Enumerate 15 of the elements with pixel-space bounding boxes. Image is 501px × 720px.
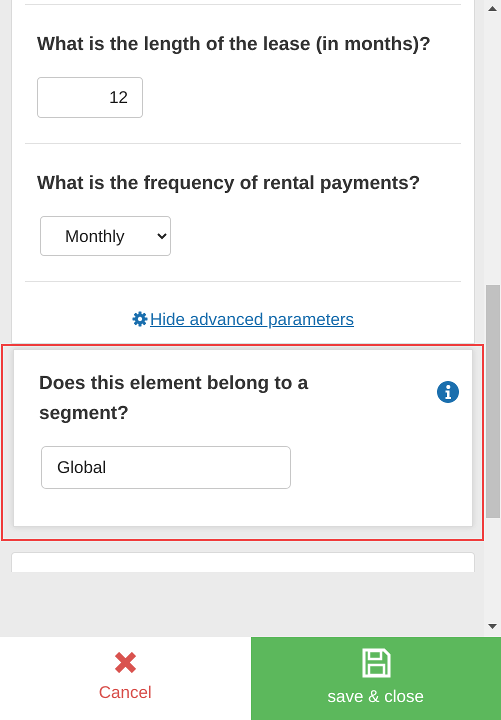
- info-icon[interactable]: [437, 381, 459, 403]
- gear-icon: [132, 311, 148, 327]
- advanced-parameters-link[interactable]: Hide advanced parameters: [132, 310, 354, 329]
- save-icon: [360, 648, 391, 678]
- scrollbar-thumb[interactable]: [486, 285, 500, 518]
- question-label: What is the length of the lease (in months)?: [37, 33, 432, 57]
- number-field[interactable]: 12: [37, 77, 143, 118]
- question-label: Does this element belong to a segment?: [39, 372, 310, 426]
- scrollbar[interactable]: [484, 0, 501, 637]
- scroll-up-arrow-icon[interactable]: [488, 6, 497, 11]
- question-label: What is the frequency of rental payments?: [37, 172, 422, 196]
- scroll-down-arrow-icon[interactable]: [488, 624, 497, 629]
- segment-field[interactable]: Global: [41, 446, 291, 489]
- frequency-dropdown[interactable]: Monthly: [40, 216, 171, 256]
- close-icon: [114, 651, 137, 674]
